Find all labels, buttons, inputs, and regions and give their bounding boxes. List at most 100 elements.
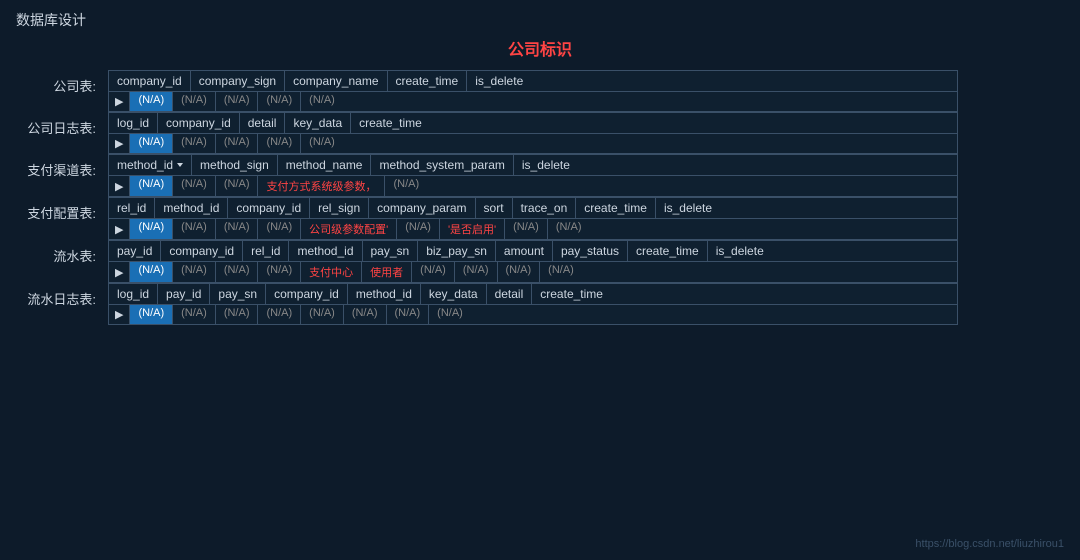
db-table: log_idcompany_iddetailkey_datacreate_tim…	[108, 112, 958, 154]
column-header: is_delete	[514, 155, 578, 175]
column-header: method_id	[348, 284, 421, 304]
table-cell: (N/A)	[429, 305, 471, 324]
column-header: company_param	[369, 198, 475, 218]
column-header: method_id	[289, 241, 362, 261]
table-cell: (N/A)	[548, 219, 590, 239]
table-cell: (N/A)	[301, 134, 343, 153]
column-header: detail	[240, 113, 286, 133]
column-header: rel_id	[109, 198, 155, 218]
column-header: detail	[487, 284, 533, 304]
table-cell: (N/A)	[173, 176, 216, 196]
table-row-wrapper: 流水日志表:log_idpay_idpay_sncompany_idmethod…	[16, 283, 1064, 325]
table-cell: (N/A)	[173, 134, 216, 153]
column-header: pay_sn	[363, 241, 419, 261]
watermark: https://blog.csdn.net/liuzhirou1	[915, 538, 1064, 550]
column-header: pay_status	[553, 241, 628, 261]
table-cell: (N/A)	[505, 219, 548, 239]
table-cell: (N/A)	[173, 92, 216, 111]
table-body: ▶(N/A)(N/A)(N/A)(N/A)支付中心使用者(N/A)(N/A)(N…	[109, 262, 957, 282]
column-header: create_time	[351, 113, 430, 133]
table-body: ▶(N/A)(N/A)(N/A)(N/A)(N/A)	[109, 92, 957, 111]
row-label: 支付渠道表:	[16, 154, 96, 179]
table-cell: (N/A)	[173, 262, 216, 282]
table-cell: (N/A)	[412, 262, 455, 282]
column-header: biz_pay_sn	[418, 241, 496, 261]
table-body: ▶(N/A)(N/A)(N/A)(N/A)(N/A)	[109, 134, 957, 153]
column-header: company_id	[266, 284, 348, 304]
table-cell: (N/A)	[130, 219, 173, 239]
column-header: company_id	[109, 71, 191, 91]
table-header: company_idcompany_signcompany_namecreate…	[109, 71, 957, 92]
arrow-cell: ▶	[109, 134, 130, 153]
table-cell: (N/A)	[397, 219, 440, 239]
column-header: sort	[476, 198, 513, 218]
table-cell: (N/A)	[258, 134, 301, 153]
db-table: rel_idmethod_idcompany_idrel_signcompany…	[108, 197, 958, 240]
table-cell: (N/A)	[540, 262, 582, 282]
table-cell: '是否启用'	[440, 219, 505, 239]
column-header: rel_sign	[310, 198, 369, 218]
table-cell: 公司级参数配置'	[301, 219, 397, 239]
table-cell: (N/A)	[216, 92, 259, 111]
table-body: ▶(N/A)(N/A)(N/A)(N/A)公司级参数配置'(N/A)'是否启用'…	[109, 219, 957, 239]
column-header: pay_id	[109, 241, 161, 261]
table-row-wrapper: 公司日志表: log_idcompany_iddetailkey_datacrea…	[16, 112, 1064, 154]
column-header: method_sign	[192, 155, 278, 175]
column-header: key_data	[421, 284, 487, 304]
sort-icon	[177, 163, 183, 167]
column-header: is_delete	[656, 198, 720, 218]
column-header: pay_sn	[210, 284, 266, 304]
column-header: is_delete	[467, 71, 531, 91]
column-header: company_id	[228, 198, 310, 218]
row-label: 公司日志表:	[16, 112, 96, 137]
table-cell: (N/A)	[130, 134, 173, 153]
column-header: company_sign	[191, 71, 285, 91]
table-row-wrapper: 流水表:pay_idcompany_idrel_idmethod_idpay_s…	[16, 240, 1064, 283]
table-cell: (N/A)	[455, 262, 498, 282]
table-cell: (N/A)	[301, 305, 344, 324]
column-header: rel_id	[243, 241, 289, 261]
row-label: 公司表:	[16, 70, 96, 95]
table-cell: (N/A)	[258, 219, 301, 239]
arrow-cell: ▶	[109, 176, 130, 196]
column-header: trace_on	[513, 198, 577, 218]
column-header: company_id	[161, 241, 243, 261]
table-header: pay_idcompany_idrel_idmethod_idpay_snbiz…	[109, 241, 957, 262]
table-cell: (N/A)	[130, 262, 173, 282]
main-content: 公司标识 公司表:company_idcompany_signcompany_n…	[0, 36, 1080, 325]
table-cell: (N/A)	[130, 92, 173, 111]
column-header: create_time	[388, 71, 468, 91]
arrow-cell: ▶	[109, 305, 130, 324]
column-header: company_id	[158, 113, 240, 133]
column-header: method_id	[155, 198, 228, 218]
table-body: ▶(N/A)(N/A)(N/A)(N/A)(N/A)(N/A)(N/A)(N/A…	[109, 305, 957, 324]
arrow-cell: ▶	[109, 219, 130, 239]
db-table: pay_idcompany_idrel_idmethod_idpay_snbiz…	[108, 240, 958, 283]
column-header: method_id	[109, 155, 192, 175]
table-header: method_idmethod_signmethod_namemethod_sy…	[109, 155, 957, 176]
table-row-wrapper: 支付配置表:rel_idmethod_idcompany_idrel_signc…	[16, 197, 1064, 240]
column-header: create_time	[576, 198, 656, 218]
column-header: create_time	[532, 284, 611, 304]
table-body: ▶(N/A)(N/A)(N/A)支付方式系统级参数，(N/A)	[109, 176, 957, 196]
column-header: method_name	[278, 155, 372, 175]
table-cell: 支付中心	[301, 262, 362, 282]
column-header: pay_id	[158, 284, 210, 304]
db-table: method_idmethod_signmethod_namemethod_sy…	[108, 154, 958, 197]
column-header: is_delete	[708, 241, 772, 261]
page-title: 数据库设计	[0, 0, 1080, 36]
table-cell: (N/A)	[216, 305, 259, 324]
db-table: company_idcompany_signcompany_namecreate…	[108, 70, 958, 112]
table-cell: (N/A)	[385, 176, 427, 196]
column-header: company_name	[285, 71, 387, 91]
table-row-wrapper: 公司表: company_idcompany_signcompany_namecr…	[16, 70, 1064, 112]
table-row-wrapper: 支付渠道表: method_idmethod_signmethod_namemet…	[16, 154, 1064, 197]
arrow-cell: ▶	[109, 262, 130, 282]
table-cell: (N/A)	[216, 134, 259, 153]
arrow-cell: ▶	[109, 92, 130, 111]
column-header: log_id	[109, 284, 158, 304]
table-header: rel_idmethod_idcompany_idrel_signcompany…	[109, 198, 957, 219]
table-cell: (N/A)	[130, 176, 173, 196]
column-header: method_system_param	[371, 155, 513, 175]
column-header: key_data	[285, 113, 351, 133]
